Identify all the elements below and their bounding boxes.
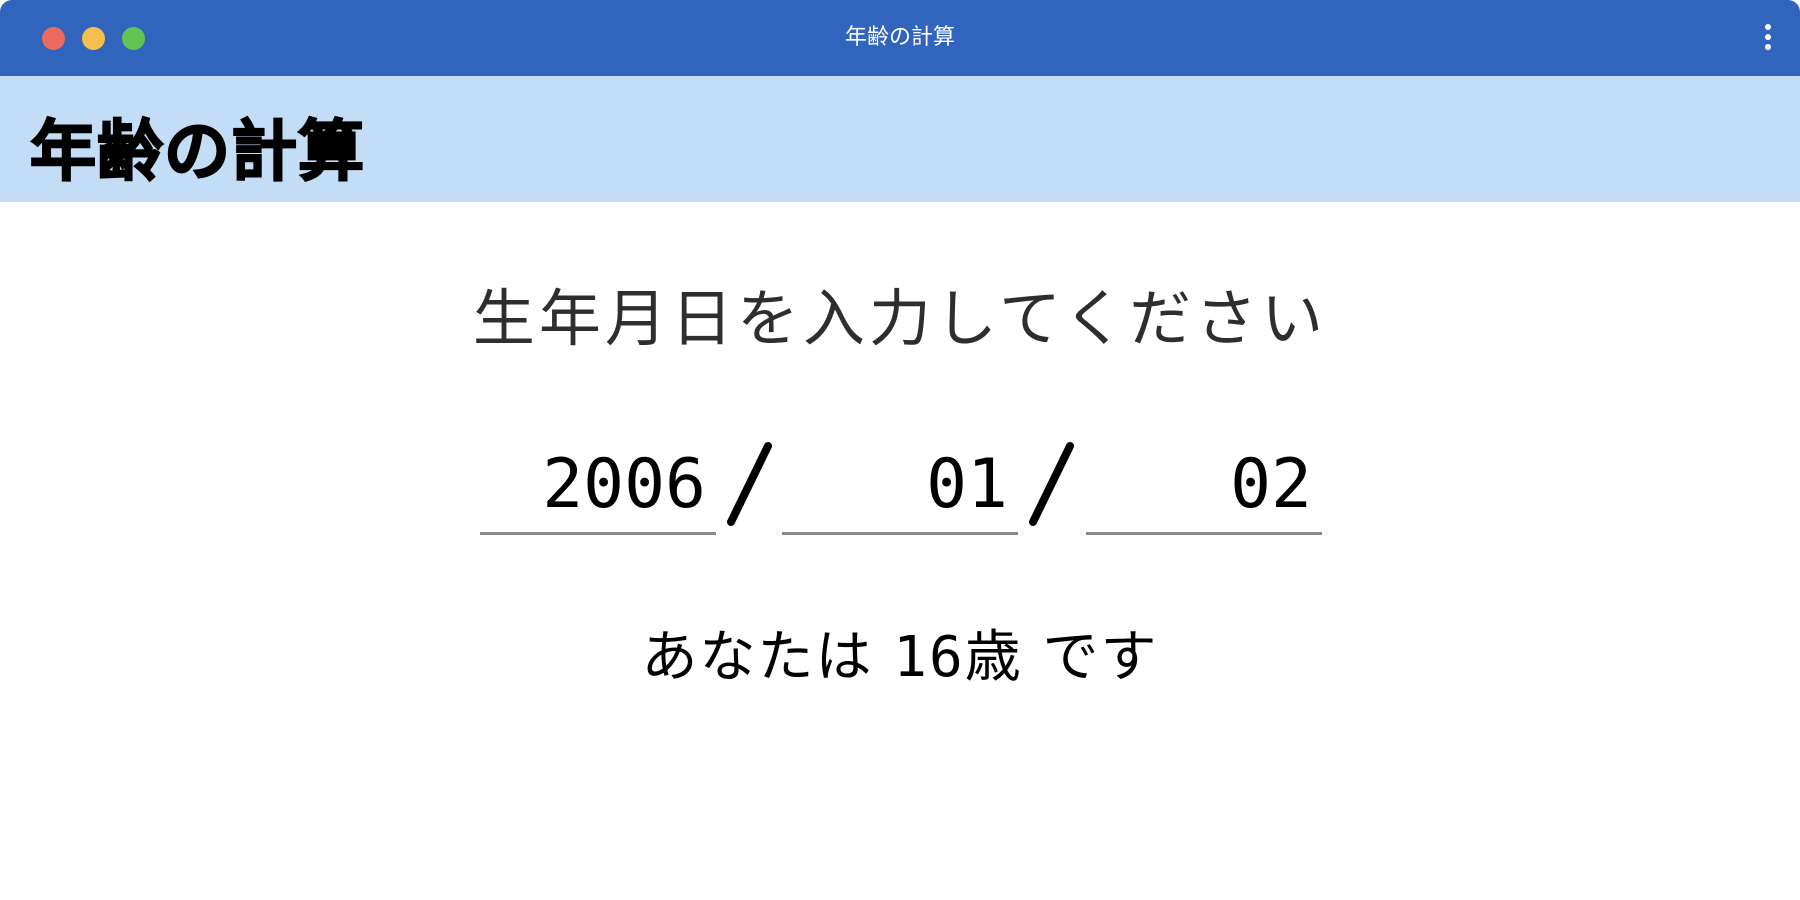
day-field-container <box>1086 440 1322 535</box>
date-separator-slash <box>727 442 772 526</box>
page-title: 年齢の計算 <box>29 112 365 191</box>
month-input[interactable] <box>782 440 1018 528</box>
month-field-container <box>782 440 1018 535</box>
day-input[interactable] <box>1086 440 1322 528</box>
birthdate-prompt: 生年月日を入力してください <box>472 282 1328 355</box>
app-window: 年齢の計算 年齢の計算 生年月日を入力してください あなたは 16歳 です <box>0 0 1800 900</box>
age-value: 16歳 <box>893 625 1023 690</box>
date-separator-slash <box>1029 442 1074 526</box>
year-field-container <box>480 440 716 535</box>
result-suffix: です <box>1042 625 1159 690</box>
window-title: 年齢の計算 <box>844 25 955 50</box>
title-bar: 年齢の計算 <box>0 0 1800 76</box>
more-options-icon[interactable] <box>1758 22 1778 54</box>
year-input[interactable] <box>480 440 716 528</box>
result-prefix: あなたは <box>641 625 874 690</box>
age-result: あなたは 16歳 です <box>0 612 1800 693</box>
